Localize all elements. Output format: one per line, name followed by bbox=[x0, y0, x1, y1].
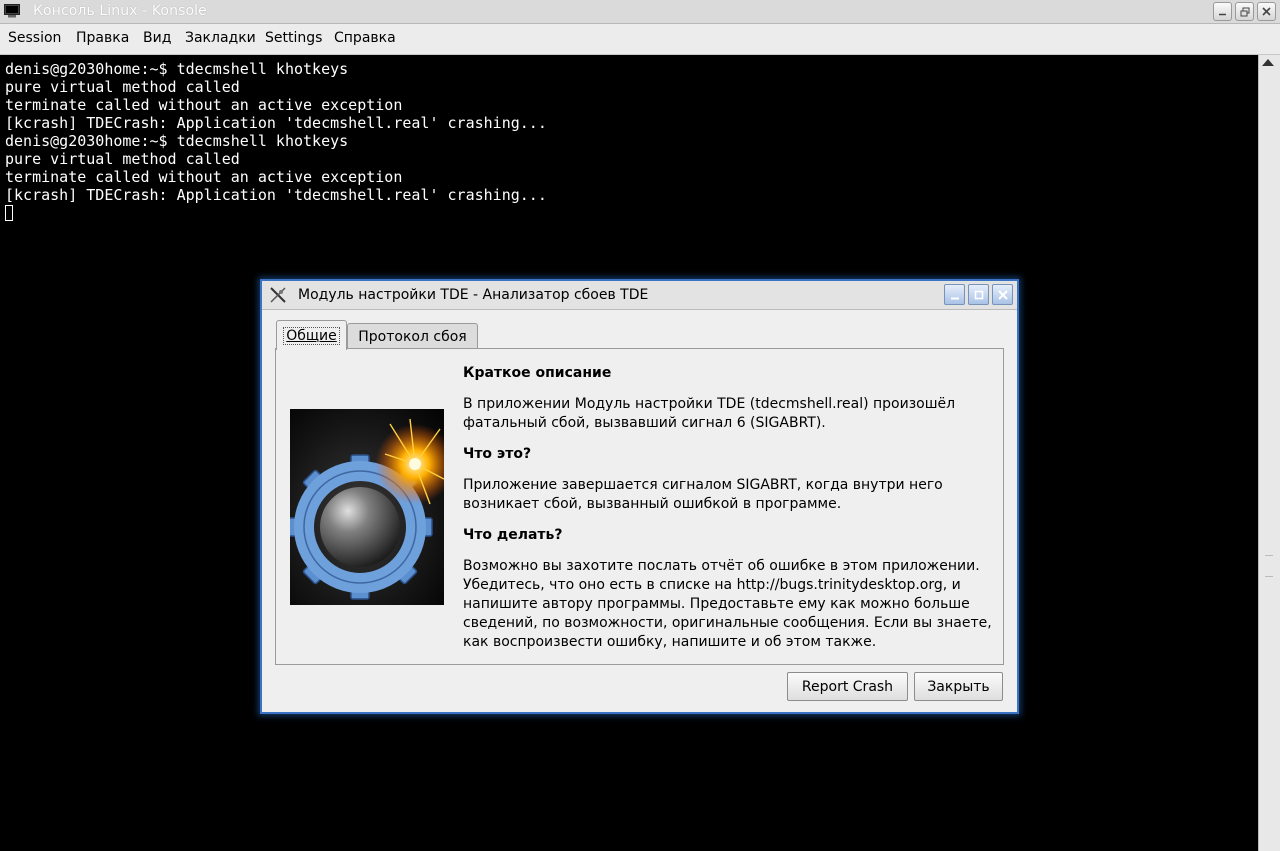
terminal-line: terminate called without an active excep… bbox=[5, 96, 403, 114]
menu-view[interactable]: Вид bbox=[143, 30, 171, 46]
window-title: Консоль Linux - Konsole bbox=[33, 3, 207, 19]
what-text: Приложение завершается сигналом SIGABRT,… bbox=[463, 477, 943, 512]
dialog-title: Модуль настройки TDE - Анализатор сбоев … bbox=[298, 287, 649, 303]
minimize-icon[interactable] bbox=[944, 284, 965, 305]
scroll-up-icon[interactable] bbox=[1262, 59, 1274, 66]
terminal-line: denis@g2030home:~$ tdecmshell khotkeys bbox=[5, 132, 349, 150]
menu-session[interactable]: Session bbox=[8, 30, 61, 46]
todo-heading: Что делать? bbox=[463, 527, 563, 543]
tab-general[interactable]: Общие bbox=[276, 320, 347, 350]
maximize-icon[interactable] bbox=[1235, 2, 1254, 21]
menu-edit[interactable]: Правка bbox=[76, 30, 129, 46]
terminal-cursor bbox=[5, 205, 13, 221]
maximize-icon[interactable] bbox=[968, 284, 989, 305]
what-heading: Что это? bbox=[463, 446, 532, 462]
tab-general-label: Общие bbox=[283, 326, 340, 345]
tab-panel: Краткое описание В приложении Модуль нас… bbox=[275, 348, 1004, 665]
close-button[interactable]: Закрыть bbox=[914, 672, 1003, 701]
window-titlebar[interactable]: Консоль Linux - Konsole bbox=[0, 0, 1280, 24]
report-crash-button[interactable]: Report Crash bbox=[787, 672, 908, 701]
tab-crash-log-label: Протокол сбоя bbox=[358, 329, 467, 345]
menu-settings[interactable]: Settings bbox=[265, 30, 322, 46]
minimize-icon[interactable] bbox=[1213, 2, 1232, 21]
terminal-line: pure virtual method called bbox=[5, 150, 240, 168]
terminal-icon bbox=[4, 4, 20, 18]
terminal-line: terminate called without an active excep… bbox=[5, 168, 403, 186]
terminal-line: pure virtual method called bbox=[5, 78, 240, 96]
window-controls bbox=[1213, 2, 1276, 21]
terminal-scrollbar[interactable] bbox=[1258, 55, 1280, 851]
dialog-controls bbox=[944, 284, 1013, 305]
menu-help[interactable]: Справка bbox=[334, 30, 396, 46]
menubar: Session Правка Вид Закладки Settings Спр… bbox=[0, 24, 1280, 55]
close-icon[interactable] bbox=[1257, 2, 1276, 21]
terminal-line: denis@g2030home:~$ tdecmshell khotkeys bbox=[5, 60, 349, 78]
tab-crash-log[interactable]: Протокол сбоя bbox=[347, 323, 478, 350]
summary-heading: Краткое описание bbox=[463, 365, 612, 381]
dialog-titlebar[interactable]: Модуль настройки TDE - Анализатор сбоев … bbox=[262, 281, 1017, 310]
close-icon[interactable] bbox=[992, 284, 1013, 305]
todo-text: Возможно вы захотите послать отчёт об ош… bbox=[463, 558, 992, 650]
terminal-line: [kcrash] TDECrash: Application 'tdecmshe… bbox=[5, 186, 547, 204]
terminal-output: denis@g2030home:~$ tdecmshell khotkeys p… bbox=[5, 60, 547, 204]
crash-description: Краткое описание В приложении Модуль нас… bbox=[463, 364, 993, 664]
crash-dialog: Модуль настройки TDE - Анализатор сбоев … bbox=[260, 279, 1019, 714]
terminal-line: [kcrash] TDECrash: Application 'tdecmshe… bbox=[5, 114, 547, 132]
summary-text: В приложении Модуль настройки TDE (tdecm… bbox=[463, 396, 956, 431]
crash-handler-icon bbox=[270, 287, 286, 303]
menu-bookmarks[interactable]: Закладки bbox=[185, 30, 256, 46]
crash-gear-bomb-icon bbox=[290, 409, 444, 605]
scroll-grip[interactable] bbox=[1265, 555, 1273, 577]
